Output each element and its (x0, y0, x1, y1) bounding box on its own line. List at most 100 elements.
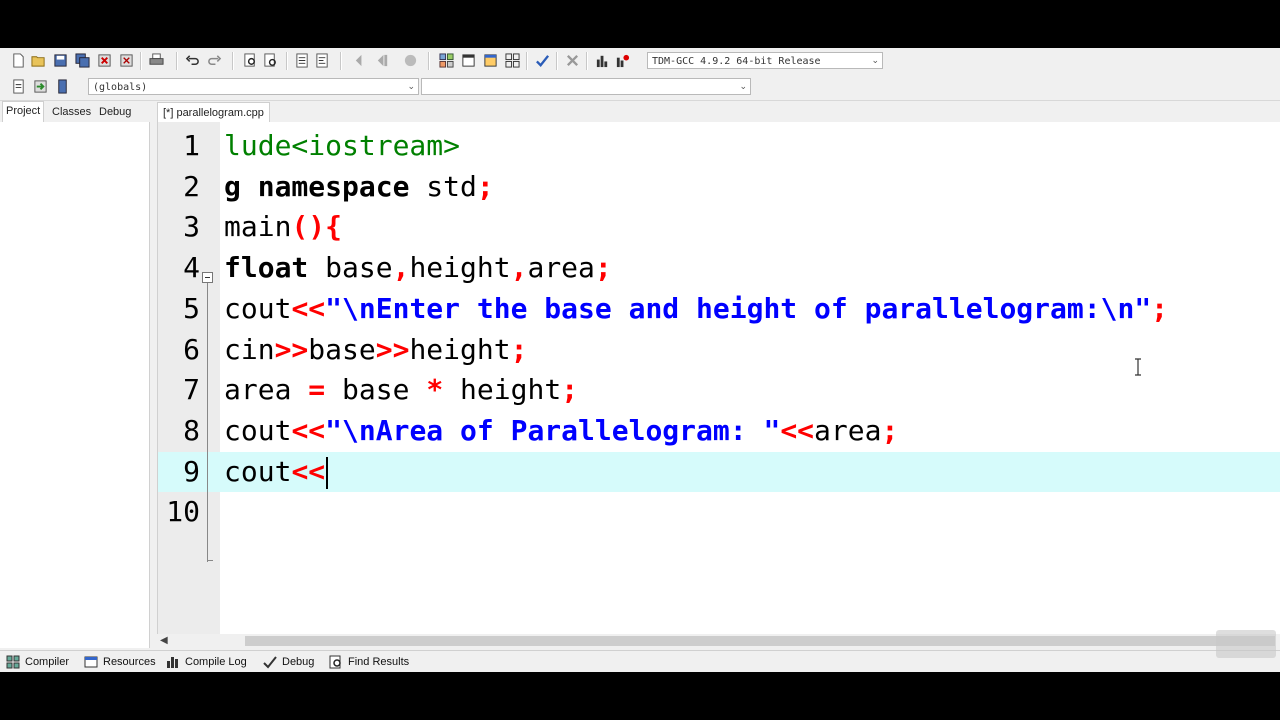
code-line[interactable]: 3 main(){ (158, 207, 1280, 248)
code-token: >> (274, 332, 309, 366)
code-token: lude<iostream> (224, 129, 461, 162)
tab-compiler[interactable]: Compiler (6, 654, 69, 670)
code-line[interactable]: 2 g namespace std; (158, 167, 1280, 208)
scrollbar-thumb[interactable] (245, 636, 1275, 646)
code-editor[interactable]: 1 lude<iostream> 2 g namespace std; 3 main(){… (157, 122, 1280, 634)
profile-icon[interactable] (614, 52, 631, 69)
find-results-icon (329, 655, 341, 669)
code-token: << (780, 413, 815, 447)
code-token: ; (1151, 291, 1169, 325)
code-text: lude<iostream> (224, 126, 460, 166)
save-icon[interactable] (52, 52, 69, 69)
close-icon[interactable] (96, 52, 113, 69)
tab-compile-log[interactable]: Compile Log (166, 654, 247, 670)
chevron-down-icon: ⌄ (871, 56, 879, 66)
code-token: "\nEnter the base and height of parallel… (325, 291, 1152, 325)
code-text: cin>>base>>height; (224, 330, 527, 370)
code-text: area = base * height; (224, 370, 578, 410)
chart-icon[interactable] (594, 52, 611, 69)
tab-debug-output[interactable]: Debug (263, 654, 314, 670)
undo-icon[interactable] (184, 52, 201, 69)
close-all-icon[interactable] (118, 52, 135, 69)
code-text: g namespace std; (224, 167, 494, 207)
open-icon[interactable] (30, 52, 47, 69)
save-all-icon[interactable] (74, 52, 91, 69)
compiler-select[interactable]: TDM-GCC 4.9.2 64-bit Release ⌄ (647, 52, 883, 69)
code-token: << (291, 413, 326, 447)
code-line[interactable]: 4 float base,height,area; (158, 248, 1280, 289)
line-number: 2 (183, 169, 200, 203)
check-icon[interactable] (534, 52, 551, 69)
horizontal-scrollbar[interactable]: ◀ (157, 634, 1280, 648)
debug-check-icon (263, 656, 277, 669)
main-toolbar: TDM-GCC 4.9.2 64-bit Release ⌄ (0, 48, 1280, 75)
tab-resources-label: Resources (103, 656, 156, 668)
code-token: float (224, 251, 309, 285)
code-token: g namespace (224, 169, 410, 203)
scope-select[interactable]: (globals) ⌄ (88, 78, 419, 95)
new-file-icon[interactable] (10, 52, 27, 69)
tab-resources[interactable]: Resources (84, 654, 156, 670)
code-line[interactable]: 1 lude<iostream> (158, 126, 1280, 167)
code-token: cin (224, 332, 275, 366)
compiler-icon (6, 655, 20, 669)
file-tab[interactable]: [*] parallelogram.cpp (157, 102, 270, 123)
code-token: , (392, 251, 410, 285)
line-number: 7 (183, 373, 200, 407)
code-token: base (308, 251, 393, 285)
resources-icon (84, 656, 98, 668)
compile-log-icon (167, 657, 178, 668)
insert-icon[interactable] (10, 78, 27, 95)
grid-icon[interactable] (504, 52, 521, 69)
text-cursor-icon (1135, 358, 1141, 376)
code-line[interactable]: 7 area = base * height; (158, 370, 1280, 411)
line-number: 4 (183, 251, 200, 285)
goto-bookmark-icon[interactable] (54, 78, 71, 95)
text-caret (326, 456, 329, 489)
chevron-down-icon: ⌄ (739, 82, 747, 92)
code-token: area (527, 251, 595, 285)
bottom-tabs: Compiler Resources Compile Log Debug Fin… (0, 650, 1280, 672)
indent-icon[interactable] (294, 52, 311, 69)
bookmark-prev-icon[interactable] (352, 52, 369, 69)
code-line[interactable]: 9 cout<< (158, 451, 1280, 493)
new-project-icon[interactable] (438, 52, 455, 69)
code-text: main(){ (224, 207, 342, 247)
code-token: height (409, 332, 511, 366)
chevron-down-icon: ⌄ (407, 82, 415, 92)
code-token: (){ (291, 210, 343, 244)
line-number: 8 (183, 413, 200, 447)
tab-find-results-label: Find Results (348, 656, 410, 668)
line-number: 9 (183, 454, 200, 488)
tab-debug[interactable]: Debug (96, 103, 134, 121)
code-text: float base,height,area; (224, 248, 612, 288)
project-options-icon[interactable] (460, 52, 477, 69)
fold-toggle-icon[interactable] (202, 272, 213, 283)
code-token: * (426, 373, 444, 407)
class-browser-icon[interactable] (482, 52, 499, 69)
unindent-icon[interactable] (314, 52, 331, 69)
code-token: height (443, 373, 562, 407)
code-token: << (291, 291, 326, 325)
tab-classes[interactable]: Classes (49, 103, 94, 121)
scroll-left-icon[interactable]: ◀ (160, 634, 168, 648)
code-token: main (224, 210, 292, 244)
tab-project[interactable]: Project (2, 101, 45, 123)
ide-window: TDM-GCC 4.9.2 64-bit Release ⌄ (globals) ⌄… (0, 48, 1280, 672)
code-line[interactable]: 6 cin>>base>>height; (158, 330, 1280, 371)
print-icon[interactable] (148, 52, 165, 69)
toggle-bookmark-icon[interactable] (32, 78, 49, 95)
tab-compiler-label: Compiler (25, 656, 70, 668)
code-line[interactable]: 5 cout<<"\nEnter the base and height of p… (158, 289, 1280, 330)
find-icon[interactable] (242, 52, 259, 69)
code-line[interactable]: 8 cout<<"\nArea of Parallelogram: "<<area… (158, 411, 1280, 452)
replace-icon[interactable] (262, 52, 279, 69)
tab-find-results[interactable]: Find Results (329, 654, 409, 670)
code-line[interactable]: 10 (158, 492, 1280, 533)
delete-icon[interactable] (564, 52, 581, 69)
redo-icon[interactable] (206, 52, 223, 69)
function-select[interactable]: ⌄ (421, 78, 751, 95)
line-number: 5 (183, 291, 200, 325)
goto-icon[interactable] (402, 52, 419, 69)
bookmark-next-icon[interactable] (374, 52, 391, 69)
